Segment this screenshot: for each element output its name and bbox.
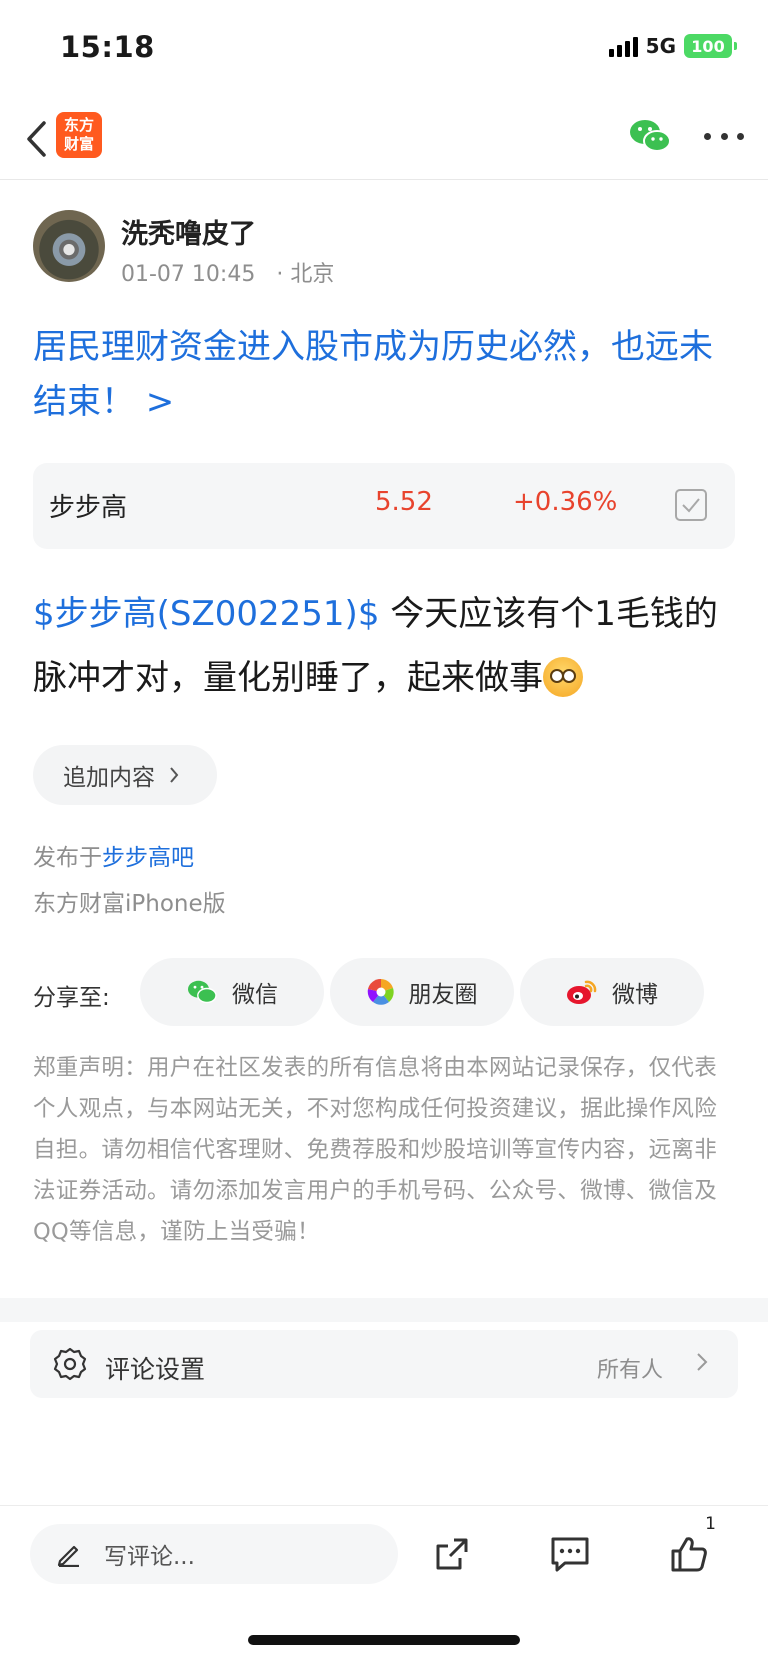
bar-link[interactable]: 步步高吧 — [102, 845, 194, 871]
post-location: · 北京 — [276, 262, 335, 287]
like-icon[interactable] — [665, 1530, 713, 1578]
comment-icon[interactable] — [546, 1530, 594, 1578]
author-name[interactable]: 洗秃噜皮了 — [121, 212, 256, 251]
status-time: 15:18 — [60, 30, 155, 64]
share-weibo-label: 微博 — [612, 982, 658, 1008]
eastmoney-logo[interactable]: 东方 财富 — [56, 112, 102, 158]
posted-in: 发布于步步高吧 — [33, 838, 194, 872]
chevron-right-icon — [170, 767, 179, 783]
stock-change: +0.36% — [513, 487, 618, 517]
flushed-emoji-icon — [543, 657, 583, 697]
comment-placeholder: 写评论... — [104, 1544, 195, 1570]
more-icon[interactable] — [704, 126, 744, 146]
status-bar: 15:18 5G 100 — [0, 0, 768, 100]
status-indicators: 5G 100 — [608, 34, 737, 58]
headline-link[interactable]: 居民理财资金进入股市成为历史必然，也远未结束！ > — [33, 320, 733, 430]
device-source: 东方财富iPhone版 — [33, 891, 226, 917]
chevron-right-icon — [697, 1353, 708, 1371]
wechat-icon[interactable] — [628, 116, 672, 156]
share-wechat-label: 微信 — [232, 982, 278, 1008]
wechat-icon — [188, 980, 217, 1004]
battery-icon: 100 — [684, 34, 737, 58]
battery-level: 100 — [691, 36, 725, 56]
stock-tag-link[interactable]: $步步高(SZ002251)$ — [33, 594, 379, 634]
section-divider — [0, 1298, 768, 1322]
share-label: 分享至: — [33, 985, 110, 1011]
share-moments-label: 朋友圈 — [408, 982, 478, 1008]
add-watchlist-checkbox-icon[interactable] — [675, 489, 707, 521]
share-row: 分享至: 微信 朋友圈 微博 — [33, 958, 735, 1026]
post-content: $步步高(SZ002251)$ 今天应该有个1毛钱的脉冲才对，量化别睡了，起来做… — [33, 582, 743, 710]
pen-icon — [57, 1545, 79, 1567]
post-meta: 01-07 10:45 · 北京 — [121, 256, 334, 288]
comment-settings-value: 所有人 — [596, 1358, 663, 1383]
avatar[interactable] — [33, 210, 105, 282]
logo-line-2: 财富 — [63, 135, 94, 153]
share-wechat-button[interactable]: 微信 — [140, 958, 324, 1026]
network-type: 5G — [645, 34, 676, 58]
comment-settings-label: 评论设置 — [105, 1355, 206, 1384]
disclaimer: 郑重声明：用户在社区发表的所有信息将由本网站记录保存，仅代表个人观点，与本网站无… — [33, 1055, 718, 1245]
comment-input[interactable]: 写评论... — [30, 1524, 398, 1584]
gear-icon — [53, 1347, 87, 1381]
back-icon[interactable] — [18, 116, 54, 162]
share-weibo-button[interactable]: 微博 — [520, 958, 704, 1026]
post-time: 01-07 10:45 — [121, 262, 256, 287]
like-count: 1 — [705, 1514, 716, 1534]
share-icon[interactable] — [428, 1530, 476, 1578]
moments-icon — [367, 978, 394, 1005]
posted-in-prefix: 发布于 — [33, 845, 102, 871]
append-content-label: 追加内容 — [63, 765, 155, 791]
nav-bar: 东方 财富 — [0, 100, 768, 180]
author-header: 洗秃噜皮了 01-07 10:45 · 北京 — [33, 210, 733, 290]
share-moments-button[interactable]: 朋友圈 — [330, 958, 514, 1026]
home-indicator[interactable] — [248, 1635, 520, 1645]
bottom-action-bar: 写评论... 1 — [0, 1505, 768, 1663]
stock-price: 5.52 — [375, 487, 433, 517]
comment-settings-row[interactable]: 评论设置 所有人 — [30, 1330, 738, 1398]
weibo-icon — [567, 980, 597, 1004]
stock-name: 步步高 — [49, 493, 128, 523]
stock-quote-card[interactable]: 步步高 5.52 +0.36% — [33, 463, 735, 549]
append-content-button[interactable]: 追加内容 — [33, 745, 217, 805]
logo-line-1: 东方 — [63, 116, 94, 134]
signal-icon — [608, 35, 638, 57]
